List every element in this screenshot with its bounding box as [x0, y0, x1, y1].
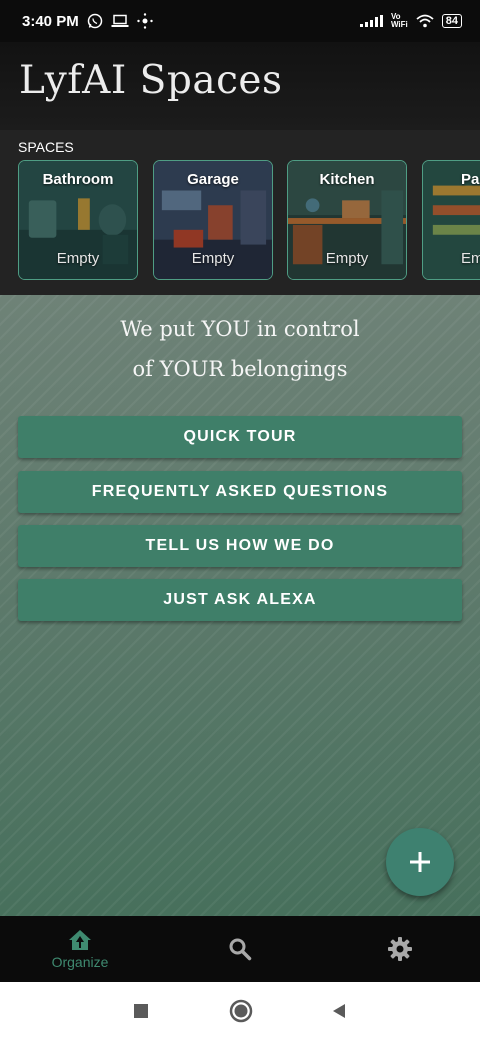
app-header: LyfAI Spaces	[0, 42, 480, 130]
square-icon	[134, 1004, 148, 1018]
space-card-kitchen[interactable]: Kitchen Empty	[287, 160, 407, 280]
tagline-line1: We put YOU in control	[120, 317, 360, 341]
app-title: LyfAI Spaces	[19, 58, 283, 103]
faq-button[interactable]: FREQUENTLY ASKED QUESTIONS	[18, 471, 462, 513]
space-card-partial[interactable]: Par Em	[422, 160, 480, 280]
bottom-nav: Organize	[0, 916, 480, 982]
vowifi-line2: WiFi	[390, 20, 408, 29]
tagline-line2: of YOUR belongings	[132, 357, 348, 381]
search-icon	[229, 938, 252, 961]
space-card-garage[interactable]: Garage Empty	[153, 160, 273, 280]
plus-icon	[410, 852, 430, 872]
tagline: We put YOU in control of YOUR belongings	[0, 309, 480, 389]
spaces-section: SPACES Bathroom Empty Garage Empty Kitch…	[0, 130, 480, 295]
card-name: Garage	[187, 171, 239, 188]
back-triangle-icon	[333, 1004, 345, 1018]
ask-alexa-button[interactable]: JUST ASK ALEXA	[18, 579, 462, 621]
system-nav-bar	[0, 982, 480, 1040]
card-name: Bathroom	[42, 171, 114, 188]
card-name: Kitchen	[319, 171, 375, 188]
feedback-button[interactable]: TELL US HOW WE DO	[18, 525, 462, 567]
battery-indicator: 84	[441, 14, 462, 28]
status-right: Vo WiFi 84	[359, 13, 462, 29]
home-button[interactable]	[228, 998, 254, 1024]
signal-icon	[359, 15, 383, 27]
home-tree-icon	[69, 930, 91, 950]
status-time: 3:40 PM	[22, 12, 79, 30]
card-name: Par	[461, 171, 480, 188]
space-card-bathroom[interactable]: Bathroom Empty	[18, 160, 138, 280]
back-button[interactable]	[326, 998, 352, 1024]
status-left: 3:40 PM	[22, 13, 153, 30]
circle-icon	[229, 999, 253, 1023]
nav-search[interactable]	[210, 916, 270, 982]
vowifi-indicator: Vo WiFi	[391, 13, 408, 29]
wifi-icon	[416, 14, 434, 28]
nav-organize[interactable]: Organize	[40, 916, 120, 982]
whatsapp-icon	[87, 13, 102, 29]
status-bar: 3:40 PM Vo WiFi 84	[0, 0, 480, 42]
add-space-fab[interactable]	[386, 828, 454, 896]
laptop-icon	[111, 14, 129, 27]
card-status: Em	[461, 250, 480, 267]
main-area: We put YOU in control of YOUR belongings…	[0, 295, 480, 916]
card-status: Empty	[191, 250, 235, 267]
location-dots-icon	[137, 13, 153, 29]
quick-tour-button[interactable]: QUICK TOUR	[18, 416, 462, 458]
nav-settings[interactable]	[370, 916, 430, 982]
card-status: Empty	[325, 250, 369, 267]
spaces-label: SPACES	[18, 139, 74, 155]
recents-button[interactable]	[128, 998, 154, 1024]
card-status: Empty	[56, 250, 100, 267]
nav-organize-label: Organize	[51, 954, 109, 970]
gear-icon	[388, 937, 412, 961]
